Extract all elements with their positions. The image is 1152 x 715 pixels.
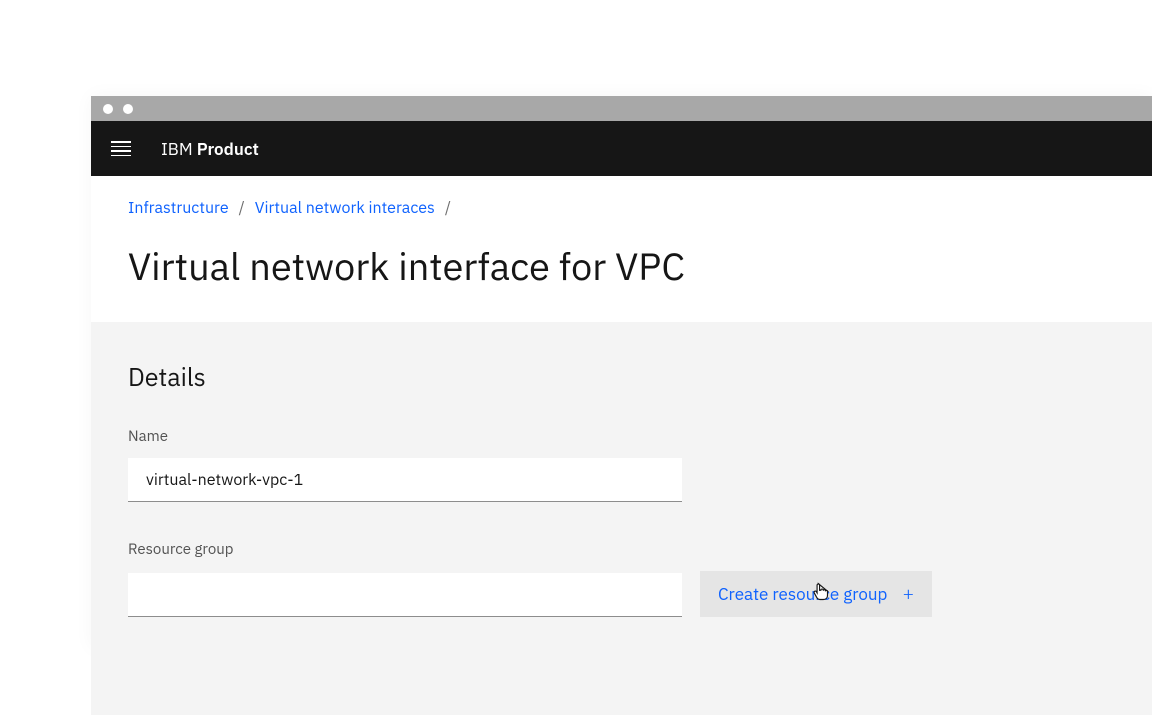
brand-label: IBM Product bbox=[161, 138, 259, 160]
breadcrumb-link-infrastructure[interactable]: Infrastructure bbox=[128, 198, 229, 218]
breadcrumb-separator: / bbox=[239, 198, 245, 218]
resource-group-label: Resource group bbox=[128, 540, 1115, 559]
brand-name: Product bbox=[197, 138, 259, 160]
section-heading-details: Details bbox=[128, 360, 1115, 393]
breadcrumb-area: Infrastructure / Virtual network interac… bbox=[91, 176, 1152, 322]
top-header: IBM Product bbox=[91, 121, 1152, 176]
menu-icon[interactable] bbox=[111, 139, 131, 159]
brand-prefix: IBM bbox=[161, 138, 193, 160]
resource-group-row: Create resource group + bbox=[128, 571, 1115, 617]
breadcrumb-link-vni[interactable]: Virtual network interaces bbox=[255, 198, 435, 218]
page-title: Virtual network interface for VPC bbox=[128, 242, 1115, 291]
form-group-name: Name bbox=[128, 427, 1115, 502]
create-resource-group-button[interactable]: Create resource group + bbox=[700, 571, 932, 617]
plus-icon: + bbox=[903, 582, 914, 606]
resource-group-input[interactable] bbox=[128, 573, 682, 617]
window-control-dot[interactable] bbox=[123, 104, 133, 114]
breadcrumb-separator: / bbox=[445, 198, 451, 218]
name-label: Name bbox=[128, 427, 1115, 446]
window-titlebar bbox=[91, 96, 1152, 121]
form-group-resource-group: Resource group Create resource group + bbox=[128, 540, 1115, 617]
name-input[interactable] bbox=[128, 458, 682, 502]
details-section: Details Name Resource group Create resou… bbox=[91, 322, 1152, 715]
create-resource-group-label: Create resource group bbox=[718, 583, 887, 605]
window-control-dot[interactable] bbox=[103, 104, 113, 114]
window-frame: IBM Product Infrastructure / Virtual net… bbox=[91, 96, 1152, 648]
breadcrumb: Infrastructure / Virtual network interac… bbox=[128, 198, 1115, 218]
